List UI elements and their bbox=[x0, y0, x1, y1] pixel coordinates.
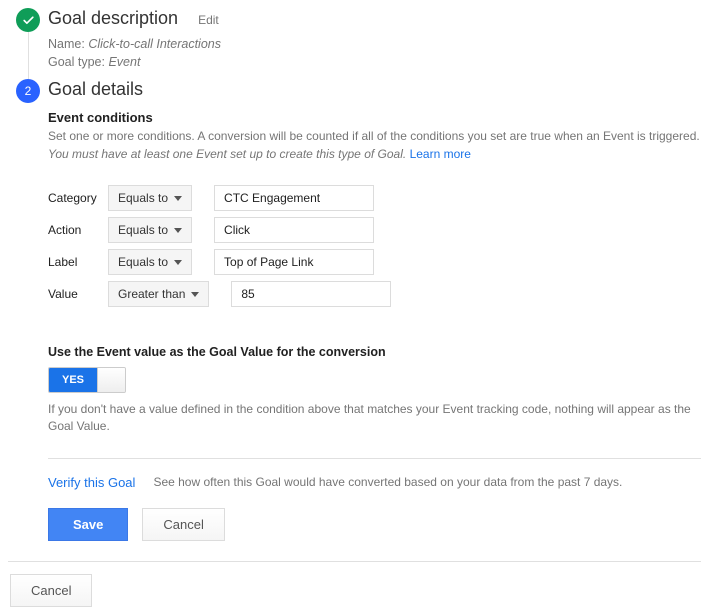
divider bbox=[48, 458, 701, 459]
condition-row: Value Greater than bbox=[48, 281, 701, 307]
event-conditions-heading: Event conditions bbox=[48, 110, 701, 125]
step-connector bbox=[28, 32, 29, 79]
operator-dropdown[interactable]: Greater than bbox=[108, 281, 209, 307]
desc-em: You must have at least one Event set up … bbox=[48, 147, 406, 161]
save-button[interactable]: Save bbox=[48, 508, 128, 541]
chevron-down-icon bbox=[174, 196, 182, 201]
desc-pre: Set one or more conditions. A conversion… bbox=[48, 129, 700, 143]
event-conditions-desc: Set one or more conditions. A conversion… bbox=[48, 128, 701, 163]
condition-value-input[interactable] bbox=[231, 281, 391, 307]
toggle-on-label: YES bbox=[49, 368, 97, 392]
condition-row: Category Equals to bbox=[48, 185, 701, 211]
edit-link[interactable]: Edit bbox=[198, 13, 219, 27]
step-goal-description: Goal description Edit Name: Click-to-cal… bbox=[8, 8, 701, 79]
operator-text: Equals to bbox=[118, 255, 168, 269]
chevron-down-icon bbox=[174, 228, 182, 233]
type-value: Event bbox=[108, 55, 140, 69]
learn-more-link[interactable]: Learn more bbox=[410, 147, 471, 161]
type-label: Goal type: bbox=[48, 55, 105, 69]
use-event-value-toggle[interactable]: YES bbox=[48, 367, 126, 393]
step1-summary: Name: Click-to-call Interactions Goal ty… bbox=[48, 35, 701, 71]
operator-dropdown[interactable]: Equals to bbox=[108, 185, 192, 211]
name-label: Name: bbox=[48, 37, 85, 51]
operator-text: Greater than bbox=[118, 287, 185, 301]
name-value: Click-to-call Interactions bbox=[88, 37, 221, 51]
condition-row: Label Equals to bbox=[48, 249, 701, 275]
condition-value-input[interactable] bbox=[214, 185, 374, 211]
step-goal-details: 2 Goal details Event conditions Set one … bbox=[8, 79, 701, 549]
verify-row: Verify this Goal See how often this Goal… bbox=[48, 475, 701, 490]
conditions-table: Category Equals to Action Equals to Labe… bbox=[48, 185, 701, 307]
step-indicator-col bbox=[8, 8, 48, 79]
step-number-icon: 2 bbox=[16, 79, 40, 103]
condition-row: Action Equals to bbox=[48, 217, 701, 243]
operator-dropdown[interactable]: Equals to bbox=[108, 217, 192, 243]
cancel-button[interactable]: Cancel bbox=[142, 508, 224, 541]
toggle-knob bbox=[97, 368, 125, 392]
check-circle-icon bbox=[16, 8, 40, 32]
use-event-value-help: If you don't have a value defined in the… bbox=[48, 401, 701, 436]
condition-value-input[interactable] bbox=[214, 249, 374, 275]
step1-title: Goal description bbox=[48, 8, 178, 29]
outer-cancel-button[interactable]: Cancel bbox=[10, 574, 92, 607]
condition-label: Category bbox=[48, 191, 108, 205]
verify-desc: See how often this Goal would have conve… bbox=[153, 475, 622, 489]
operator-text: Equals to bbox=[118, 191, 168, 205]
verify-goal-link[interactable]: Verify this Goal bbox=[48, 475, 135, 490]
chevron-down-icon bbox=[174, 260, 182, 265]
condition-label: Value bbox=[48, 287, 108, 301]
step-indicator-col: 2 bbox=[8, 79, 48, 549]
chevron-down-icon bbox=[191, 292, 199, 297]
operator-text: Equals to bbox=[118, 223, 168, 237]
step2-title: Goal details bbox=[48, 79, 701, 100]
button-row: Save Cancel bbox=[48, 508, 701, 541]
operator-dropdown[interactable]: Equals to bbox=[108, 249, 192, 275]
divider bbox=[8, 561, 701, 562]
condition-value-input[interactable] bbox=[214, 217, 374, 243]
condition-label: Action bbox=[48, 223, 108, 237]
condition-label: Label bbox=[48, 255, 108, 269]
use-event-value-label: Use the Event value as the Goal Value fo… bbox=[48, 345, 701, 359]
